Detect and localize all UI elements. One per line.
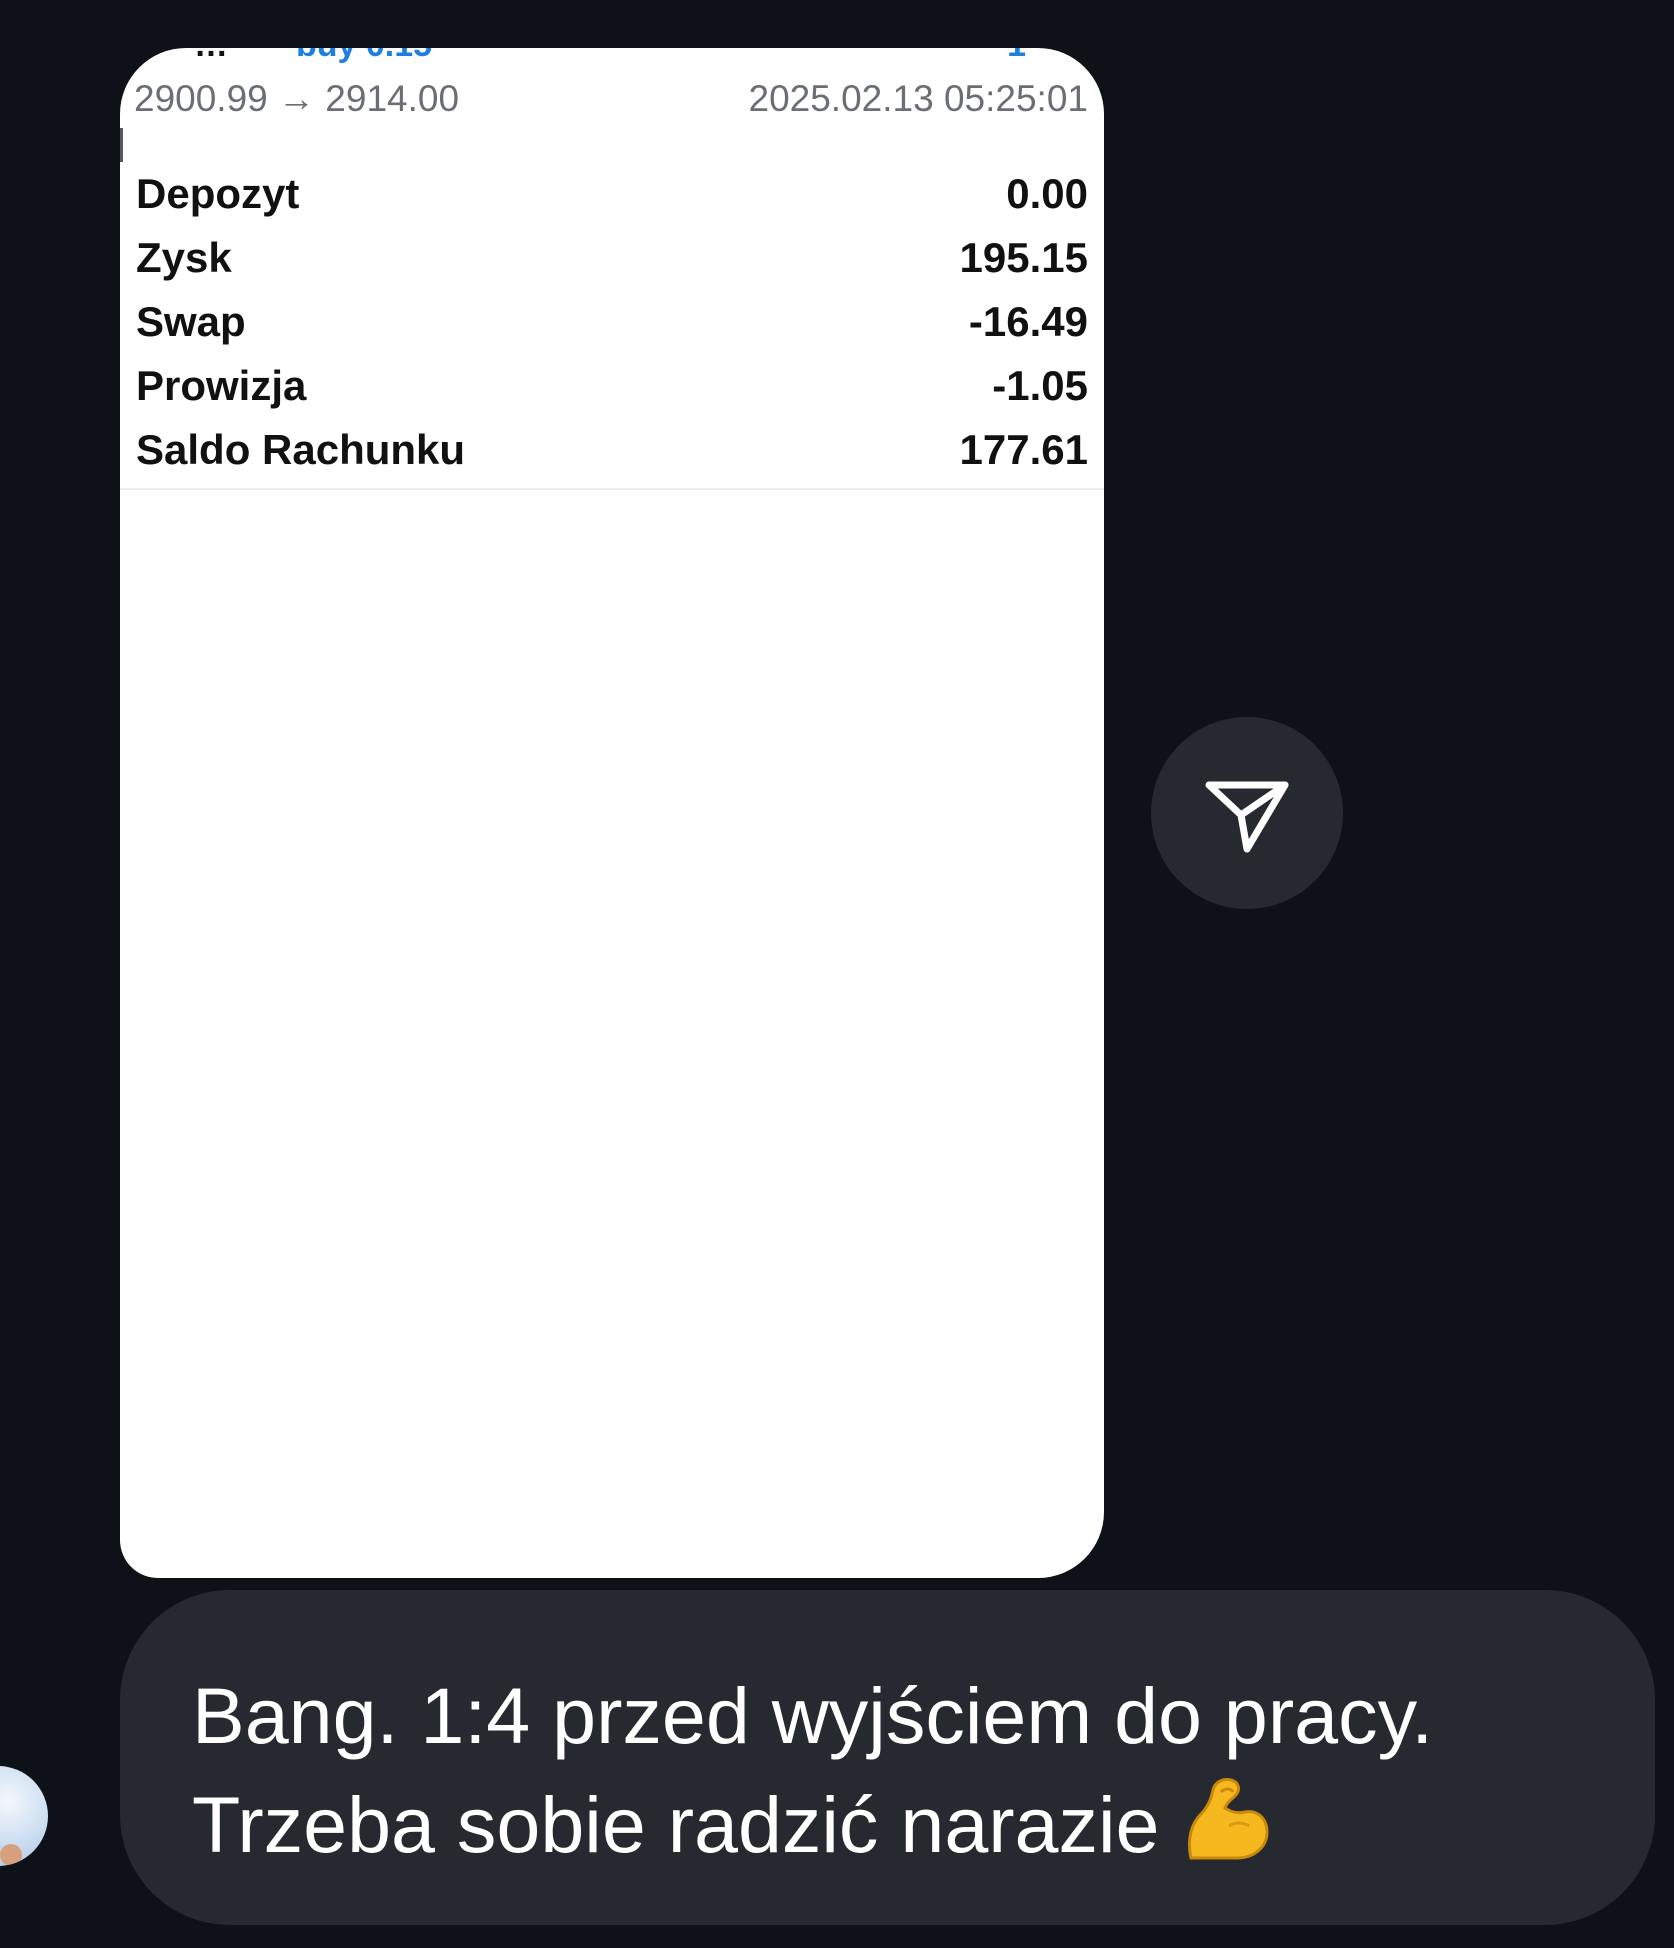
summary-value: 0.00 [1006,170,1088,217]
flexed-biceps-emoji-icon [1188,1778,1269,1860]
summary-label: Zysk [136,234,232,281]
message-bubble[interactable]: Bang. 1:4 przed wyjściem do pracy. Trzeb… [120,1590,1655,1925]
summary-row-swap: Swap -16.49 [136,290,1088,354]
trade-details: 2900.99 → 2914.00 2025.02.13 05:25:01 [134,78,1088,122]
message-text-line-2: Trzeba sobie radzić narazie [192,1770,1615,1879]
send-arrow-icon [1205,781,1289,853]
trade-header-cropped: … buy 0.15 1 [120,48,1104,66]
share-button[interactable] [1151,717,1343,909]
trade-type: buy 0.15 [296,48,432,65]
summary-value: 195.15 [959,234,1088,281]
trade-symbol: … [194,48,228,65]
summary-row-profit: Zysk 195.15 [136,226,1088,290]
message-text-line-1: Bang. 1:4 przed wyjściem do pracy. [192,1671,1434,1760]
account-summary: Depozyt 0.00 Zysk 195.15 Swap -16.49 Pro… [136,162,1088,482]
summary-label: Prowizja [136,362,307,409]
summary-value: -1.05 [992,362,1088,409]
screenshot-attachment[interactable]: … buy 0.15 1 2900.99 → 2914.00 2025.02.1… [120,48,1104,1578]
price-range: 2900.99 → 2914.00 [134,78,460,119]
avatar-detail [0,1844,22,1866]
message-text: Trzeba sobie radzić narazie [192,1780,1160,1869]
summary-row-deposit: Depozyt 0.00 [136,162,1088,226]
summary-label: Depozyt [136,170,300,217]
summary-label: Saldo Rachunku [136,426,466,473]
summary-row-balance: Saldo Rachunku 177.61 [136,418,1088,482]
summary-value: 177.61 [959,426,1088,473]
divider [120,488,1104,490]
trade-profit: 1 [1007,48,1026,65]
summary-label: Swap [136,298,246,345]
scroll-edge-indicator [120,128,123,162]
trade-datetime: 2025.02.13 05:25:01 [748,78,1089,119]
summary-value: -16.49 [968,298,1088,345]
summary-row-commission: Prowizja -1.05 [136,354,1088,418]
user-avatar[interactable] [0,1766,48,1866]
